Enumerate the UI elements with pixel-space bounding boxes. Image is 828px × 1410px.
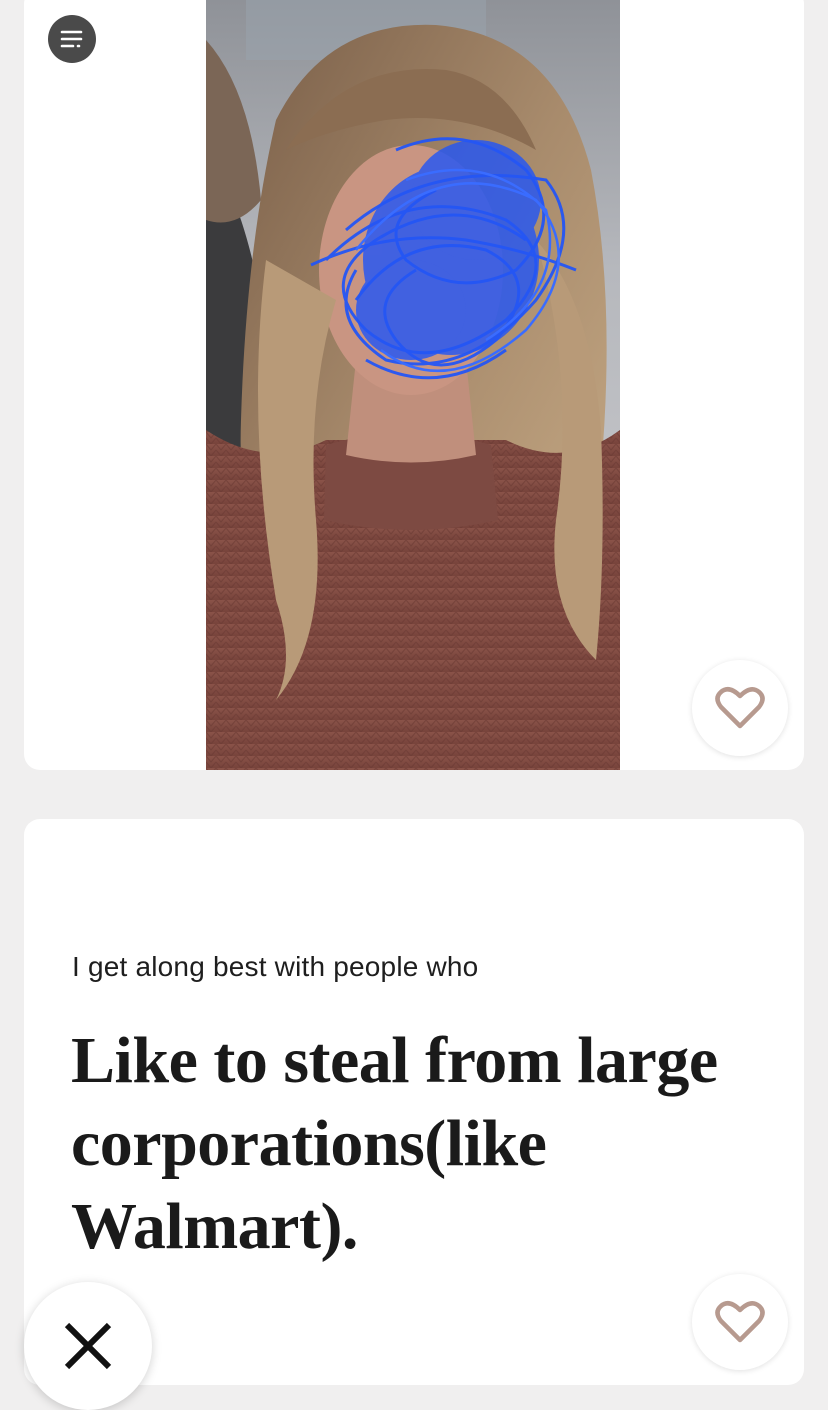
skip-button[interactable] <box>24 1282 152 1410</box>
heart-outline-icon <box>715 1301 765 1343</box>
prompt-label: I get along best with people who <box>72 951 479 982</box>
prompt-answer: Like to steal from large corporations(li… <box>71 1024 718 1263</box>
like-photo-button[interactable] <box>692 660 788 756</box>
photo-card <box>24 0 804 770</box>
prompt-card: I get along best with people who Like to… <box>24 819 804 1385</box>
heart-outline-icon <box>715 687 765 729</box>
menu-button[interactable] <box>48 15 96 63</box>
profile-photo[interactable] <box>206 0 620 770</box>
like-prompt-button[interactable] <box>692 1274 788 1370</box>
filter-lines-icon <box>60 30 83 48</box>
x-close-icon <box>64 1322 112 1370</box>
